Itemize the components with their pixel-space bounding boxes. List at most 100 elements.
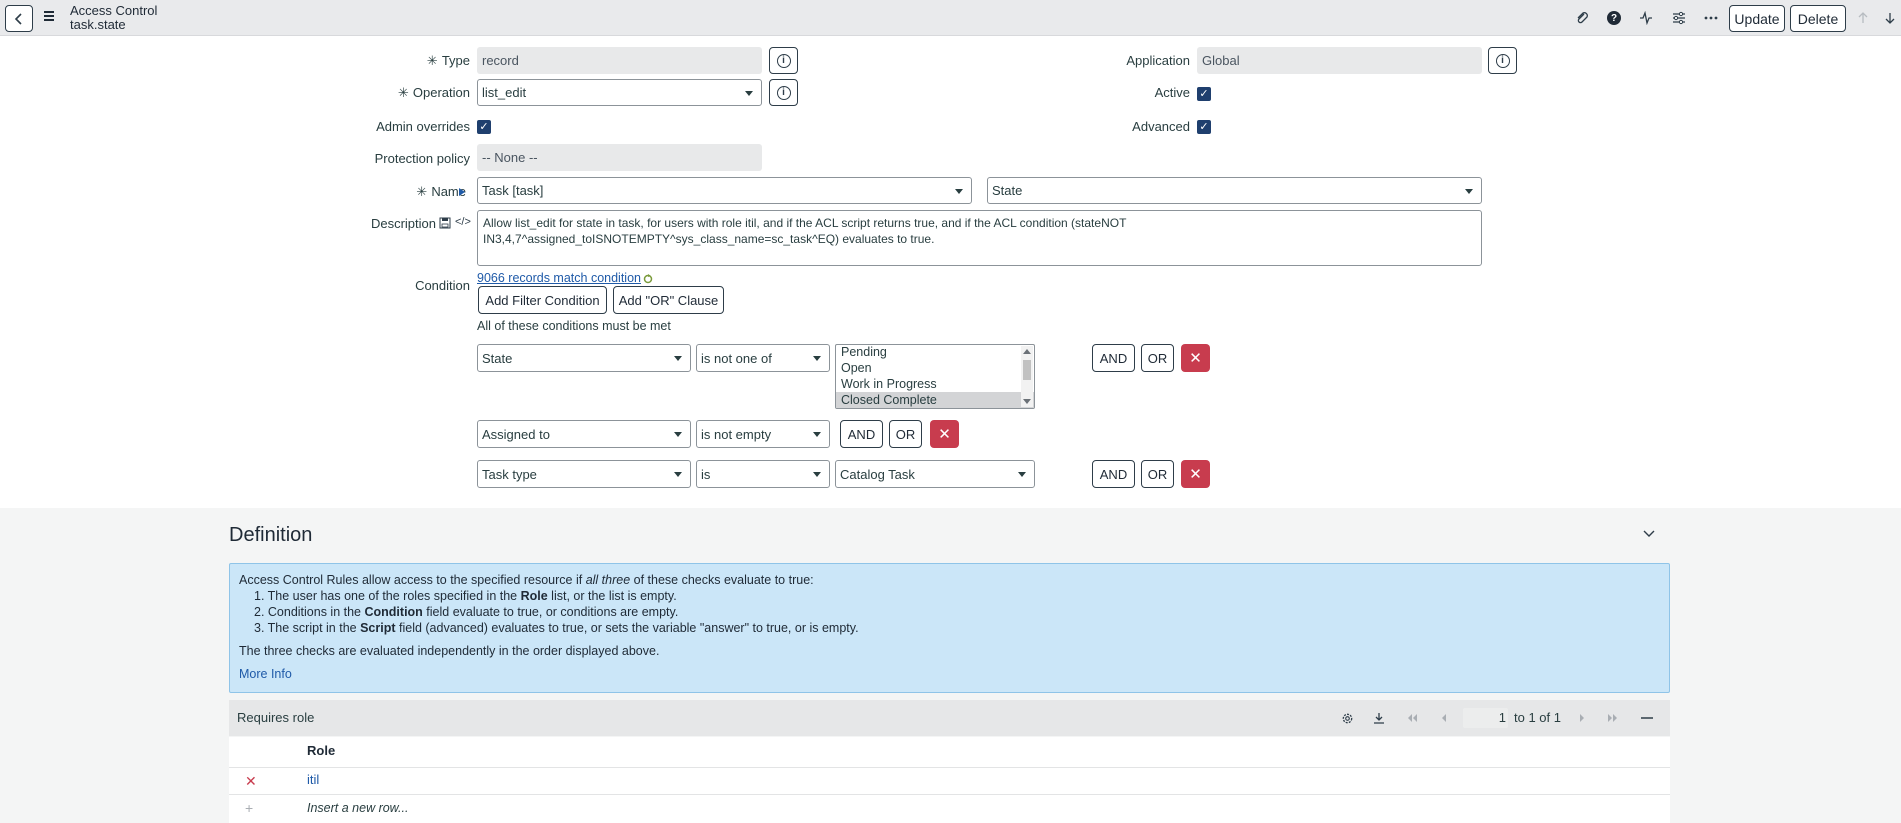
application-label: Application	[1126, 53, 1190, 68]
first-page-icon[interactable]	[1404, 710, 1420, 726]
condition-3-and-button[interactable]: AND	[1092, 460, 1135, 488]
arrow-up-icon[interactable]	[1853, 8, 1873, 28]
paperclip-icon[interactable]	[1572, 8, 1592, 28]
page-number-input[interactable]: 1	[1463, 708, 1508, 728]
type-info-button[interactable]: i	[769, 47, 798, 74]
description-textarea[interactable]: Allow list_edit for state in task, for u…	[477, 210, 1482, 266]
previous-page-icon[interactable]	[1436, 710, 1452, 726]
listbox-option[interactable]: Open	[836, 360, 1034, 376]
role-column-header[interactable]: Role	[307, 743, 335, 758]
related-list-title: Requires role	[237, 710, 315, 725]
protection-policy-label: Protection policy	[374, 151, 470, 166]
delete-button[interactable]: Delete	[1790, 5, 1846, 32]
condition-1-value-listbox[interactable]: Pending Open Work in Progress Closed Com…	[835, 344, 1035, 409]
settings-sliders-icon[interactable]	[1669, 8, 1689, 28]
required-asterisk-icon: ✳	[426, 53, 438, 68]
condition-3-or-button[interactable]: OR	[1141, 460, 1174, 488]
collapse-icon[interactable]	[1639, 710, 1655, 726]
condition-3-operator-select[interactable]: is	[696, 460, 830, 488]
more-options-icon[interactable]	[1701, 8, 1721, 28]
operation-info-button[interactable]: i	[769, 79, 798, 106]
condition-2-field-select[interactable]: Assigned to	[477, 420, 691, 448]
required-asterisk-icon: ✳	[398, 85, 409, 100]
listbox-option-selected[interactable]: Closed Complete	[836, 392, 1034, 408]
application-info-button[interactable]: i	[1488, 47, 1517, 74]
advanced-checkbox[interactable]: ✓	[1197, 120, 1211, 134]
close-icon: ✕	[1189, 350, 1202, 367]
chevron-left-icon	[14, 12, 22, 25]
definition-intro: Access Control Rules allow access to the…	[239, 573, 814, 587]
add-filter-condition-button[interactable]: Add Filter Condition	[478, 286, 607, 314]
add-or-clause-button[interactable]: Add "OR" Clause	[613, 286, 724, 314]
info-icon: i	[1495, 53, 1510, 68]
name-table-select[interactable]: Task [task]	[477, 177, 972, 204]
description-line-2: IN3,4,7^assigned_toISNOTEMPTY^sys_class_…	[483, 232, 935, 246]
record-name: task.state	[70, 17, 126, 32]
chevron-down-icon	[674, 432, 682, 437]
role-link[interactable]: itil	[307, 772, 319, 787]
chevron-down-icon	[813, 432, 821, 437]
help-icon[interactable]: ?	[1604, 8, 1624, 28]
download-icon[interactable]	[1371, 710, 1387, 726]
code-icon[interactable]: </>	[455, 216, 471, 228]
chevron-down-icon	[955, 188, 963, 194]
related-list-table: Role ✕ itil + Insert a new row...	[229, 737, 1670, 823]
operation-select[interactable]: list_edit	[477, 79, 762, 106]
more-info-link[interactable]: More Info	[239, 667, 292, 681]
listbox-scrollbar[interactable]	[1021, 346, 1033, 407]
condition-label: Condition	[415, 278, 470, 293]
related-list-header: Requires role	[229, 700, 1670, 736]
arrow-down-icon[interactable]	[1880, 8, 1900, 28]
next-page-icon[interactable]	[1574, 710, 1590, 726]
condition-1-and-button[interactable]: AND	[1092, 344, 1135, 372]
refresh-icon[interactable]	[643, 274, 653, 284]
last-page-icon[interactable]	[1605, 710, 1621, 726]
condition-1-field-select[interactable]: State	[477, 344, 691, 372]
gear-icon[interactable]	[1339, 710, 1355, 726]
records-match-link[interactable]: 9066 records match condition	[477, 271, 641, 285]
name-field-select[interactable]: State	[987, 177, 1482, 204]
close-icon: ✕	[938, 426, 951, 443]
condition-1-or-button[interactable]: OR	[1141, 344, 1174, 372]
back-button[interactable]	[5, 5, 33, 32]
condition-1-delete-button[interactable]: ✕	[1181, 344, 1210, 372]
scroll-down-icon[interactable]	[1023, 399, 1031, 404]
scroll-up-icon[interactable]	[1023, 349, 1031, 354]
condition-1-operator-select[interactable]: is not one of	[696, 344, 830, 372]
admin-overrides-checkbox[interactable]: ✓	[477, 120, 491, 134]
chevron-down-icon	[813, 472, 821, 477]
update-button[interactable]: Update	[1729, 5, 1785, 32]
condition-2-delete-button[interactable]: ✕	[930, 420, 959, 448]
info-icon: i	[776, 85, 791, 100]
condition-3-value-select[interactable]: Catalog Task	[835, 460, 1035, 488]
definition-title: Definition	[229, 524, 313, 546]
add-row-icon: +	[245, 800, 254, 816]
admin-overrides-label: Admin overrides	[376, 119, 470, 134]
active-checkbox[interactable]: ✓	[1197, 87, 1211, 101]
listbox-option[interactable]: Pending	[836, 345, 1034, 360]
hamburger-menu-icon[interactable]	[44, 9, 58, 23]
condition-2-operator-select[interactable]: is not empty	[696, 420, 830, 448]
save-icon[interactable]	[439, 217, 451, 229]
form-header: Access Control task.state ? Update Delet…	[0, 0, 1901, 36]
info-icon: i	[776, 53, 791, 68]
condition-2-and-button[interactable]: AND	[840, 420, 883, 448]
condition-3-field-select[interactable]: Task type	[477, 460, 691, 488]
listbox-option[interactable]: Work in Progress	[836, 376, 1034, 392]
scroll-thumb[interactable]	[1023, 360, 1031, 380]
chevron-down-icon	[745, 90, 753, 96]
condition-3-delete-button[interactable]: ✕	[1181, 460, 1210, 488]
delete-row-icon[interactable]: ✕	[245, 773, 257, 790]
insert-new-row[interactable]: Insert a new row...	[307, 801, 408, 815]
condition-2-or-button[interactable]: OR	[889, 420, 922, 448]
chevron-down-icon[interactable]	[1643, 530, 1655, 538]
application-field: Global	[1197, 47, 1482, 74]
reference-arrow-icon[interactable]	[459, 188, 465, 196]
type-label: ✳ Type	[426, 53, 470, 68]
activity-icon[interactable]	[1636, 8, 1656, 28]
chevron-down-icon	[1465, 188, 1473, 194]
name-label: ✳ Name	[416, 184, 466, 199]
pagination-text: to 1 of 1	[1514, 710, 1561, 725]
definition-item-1: 1. The user has one of the roles specifi…	[254, 589, 677, 603]
chevron-down-icon	[674, 472, 682, 477]
